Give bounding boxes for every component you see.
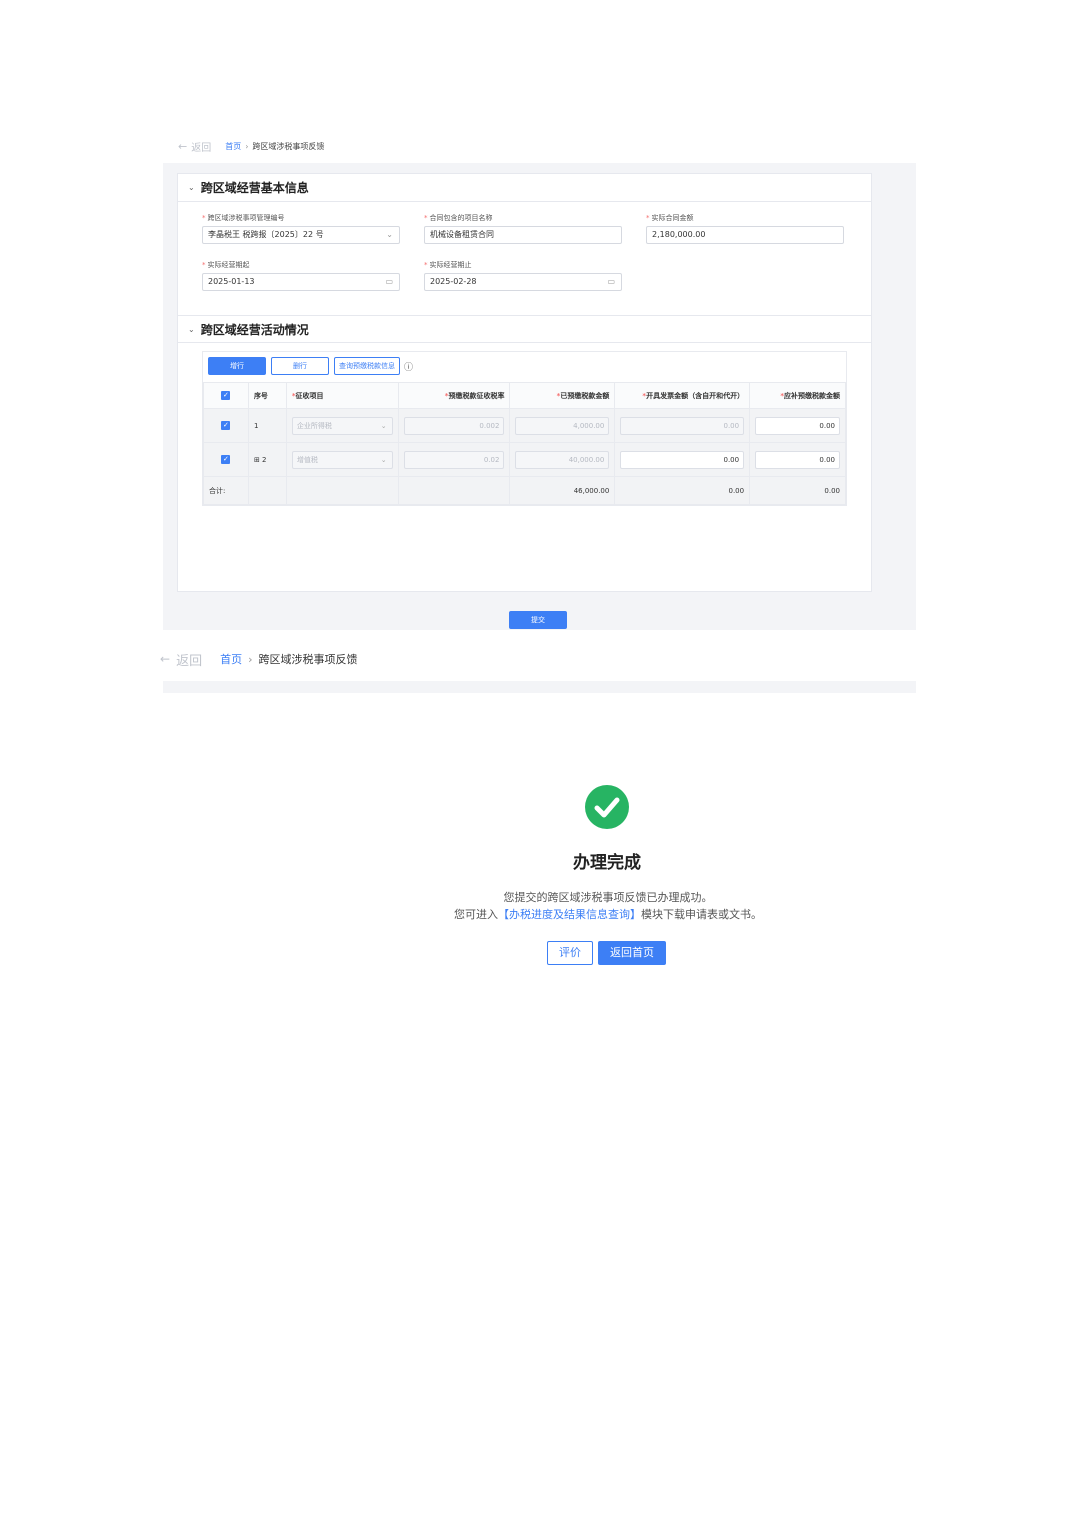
mgmt-no-select[interactable]: 李晶税王 税跨报〔2025〕22 号 ⌄ (202, 226, 400, 244)
back-arrow-icon[interactable]: ← (178, 140, 187, 153)
supplement-input[interactable]: 0.00 (755, 450, 840, 469)
invoice-input[interactable]: 0.00 (620, 450, 745, 469)
section-title: 跨区域经营基本信息 (200, 181, 309, 195)
evaluate-button[interactable]: 评价 (547, 941, 593, 965)
start-date-picker[interactable]: 2025-01-13 ▭ (202, 273, 400, 291)
form-card: ⌄ 跨区域经营基本信息 * 跨区域涉税事项管理编号 李晶税王 税跨报〔2025〕2… (177, 173, 872, 592)
back-link[interactable]: 返回 (176, 650, 202, 669)
chevron-down-icon: ⌄ (386, 230, 393, 239)
header-supplement: 应补预缴税款金额 (784, 391, 840, 400)
contract-amount-input[interactable]: 2,180,000.00 (646, 226, 844, 244)
row-no: 1 (247, 408, 287, 443)
supplement-input[interactable]: 0.00 (755, 416, 840, 435)
table-sum-row: 合计: 46,000.00 0.00 0.00 (203, 476, 846, 505)
rate-input[interactable]: 0.002 (403, 416, 505, 435)
prepaid-input[interactable]: 40,000.00 (515, 450, 610, 469)
expand-plus-icon[interactable]: ⊞ (254, 456, 260, 464)
result-hint-suffix: 模块下载申请表或文书。 (641, 908, 762, 921)
result-title: 办理完成 (573, 853, 641, 873)
info-icon[interactable]: ⓘ (404, 360, 413, 373)
table-row: ✓ 1 企业所得税 ⌄ 0.002 4,000.00 0.00 0.00 (203, 408, 846, 443)
check-mark-icon (594, 797, 620, 818)
end-date-label: 实际经营期止 (429, 261, 472, 269)
breadcrumb: ← 返回 首页 › 跨区域涉税事项反馈 (178, 138, 324, 154)
activity-table: ✓ 序号 *征收项目 *预缴税款征收税率 *已预缴税款金额 *开具发票金额（含自… (203, 382, 846, 505)
contract-amount-field: * 实际合同金额 2,180,000.00 (646, 212, 844, 244)
row-no: 2 (262, 455, 267, 464)
mgmt-no-field: * 跨区域涉税事项管理编号 李晶税王 税跨报〔2025〕22 号 ⌄ (202, 212, 400, 244)
back-arrow-icon[interactable]: ← (160, 652, 170, 666)
breadcrumb-current: 跨区域涉税事项反馈 (258, 653, 358, 666)
back-home-button[interactable]: 返回首页 (598, 941, 666, 965)
breadcrumb-separator: › (248, 652, 253, 666)
form-page-background: ⌄ 跨区域经营基本信息 * 跨区域涉税事项管理编号 李晶税王 税跨报〔2025〕2… (163, 163, 916, 630)
mgmt-no-label: 跨区域涉税事项管理编号 (207, 214, 285, 222)
table-row: ✓ ⊞ 2 增值税 ⌄ 0.02 40,000.00 0.00 0.00 (203, 442, 846, 477)
header-rate: 预缴税款征收税率 (448, 391, 505, 400)
rate-input[interactable]: 0.02 (403, 450, 505, 469)
chevron-down-icon[interactable]: ⌄ (188, 183, 195, 192)
calendar-icon[interactable]: ▭ (385, 274, 393, 290)
project-name-input[interactable]: 机械设备租赁合同 (424, 226, 622, 244)
breadcrumb-current: 跨区域涉税事项反馈 (252, 141, 325, 151)
section-title: 跨区域经营活动情况 (200, 322, 309, 337)
breadcrumb-home-link[interactable]: 首页 (225, 141, 241, 152)
submit-button[interactable]: 提交 (509, 611, 567, 629)
activity-table-panel: 增行 删行 查询预缴税款信息 ⓘ ✓ 序号 *征收项目 *预缴税款征收税率 *已… (202, 351, 847, 506)
checkbox-checked-icon[interactable]: ✓ (221, 455, 231, 464)
chevron-down-icon: ⌄ (380, 421, 387, 430)
project-name-field: * 合同包含的项目名称 机械设备租赁合同 (424, 212, 622, 244)
chevron-down-icon: ⌄ (380, 455, 387, 464)
checkbox-checked-icon[interactable]: ✓ (221, 391, 231, 400)
result-message: 您提交的跨区域涉税事项反馈已办理成功。 (503, 891, 713, 904)
contract-amount-label: 实际合同金额 (651, 214, 694, 222)
table-toolbar: 增行 删行 查询预缴税款信息 ⓘ (208, 357, 413, 375)
header-prepaid: 已预缴税款金额 (560, 391, 610, 400)
start-date-label: 实际经营期起 (207, 261, 250, 269)
header-tax-item: 征收项目 (295, 391, 324, 400)
check-circle-icon (585, 785, 629, 829)
breadcrumb-home-link[interactable]: 首页 (220, 651, 242, 667)
table-header-row: ✓ 序号 *征收项目 *预缴税款征收税率 *已预缴税款金额 *开具发票金额（含自… (203, 382, 846, 409)
chevron-down-icon[interactable]: ⌄ (188, 325, 195, 334)
delete-row-button[interactable]: 删行 (271, 357, 329, 375)
start-date-value: 2025-01-13 (208, 277, 255, 286)
end-date-field: * 实际经营期止 2025-02-28 ▭ (424, 259, 622, 291)
header-no: 序号 (247, 382, 287, 409)
sum-prepaid: 46,000.00 (509, 476, 616, 505)
sum-invoice: 0.00 (614, 476, 751, 505)
back-link[interactable]: 返回 (191, 139, 211, 154)
mgmt-no-value: 李晶税王 税跨报〔2025〕22 号 (208, 230, 324, 239)
result-hint: 您可进入【办税进度及结果信息查询】模块下载申请表或文书。 (380, 906, 836, 922)
sum-label: 合计: (203, 476, 249, 505)
section-activity-header[interactable]: ⌄ 跨区域经营活动情况 (178, 315, 871, 343)
result-header-band (163, 681, 916, 693)
tax-item-select[interactable]: 增值税 ⌄ (291, 450, 393, 469)
tax-item-select[interactable]: 企业所得税 ⌄ (291, 416, 393, 435)
end-date-value: 2025-02-28 (430, 277, 477, 286)
start-date-field: * 实际经营期起 2025-01-13 ▭ (202, 259, 400, 291)
end-date-picker[interactable]: 2025-02-28 ▭ (424, 273, 622, 291)
calendar-icon[interactable]: ▭ (607, 274, 615, 290)
breadcrumb: ← 返回 首页 › 跨区域涉税事项反馈 (160, 650, 358, 669)
checkbox-checked-icon[interactable]: ✓ (221, 421, 231, 430)
sum-supplement: 0.00 (749, 476, 846, 505)
header-invoice: 开具发票金额（含自开和代开） (646, 391, 745, 400)
project-name-label: 合同包含的项目名称 (429, 214, 493, 222)
contract-amount-value: 2,180,000.00 (652, 230, 706, 239)
prepaid-input[interactable]: 4,000.00 (515, 416, 610, 435)
project-name-value: 机械设备租赁合同 (430, 230, 494, 239)
query-prepaid-button[interactable]: 查询预缴税款信息 (334, 357, 400, 375)
section-basic-info-header[interactable]: ⌄ 跨区域经营基本信息 (178, 174, 871, 202)
add-row-button[interactable]: 增行 (208, 357, 266, 375)
progress-query-link[interactable]: 【办税进度及结果信息查询】 (498, 908, 641, 921)
result-hint-prefix: 您可进入 (454, 908, 498, 921)
breadcrumb-separator: › (245, 141, 249, 151)
invoice-input[interactable]: 0.00 (620, 416, 745, 435)
